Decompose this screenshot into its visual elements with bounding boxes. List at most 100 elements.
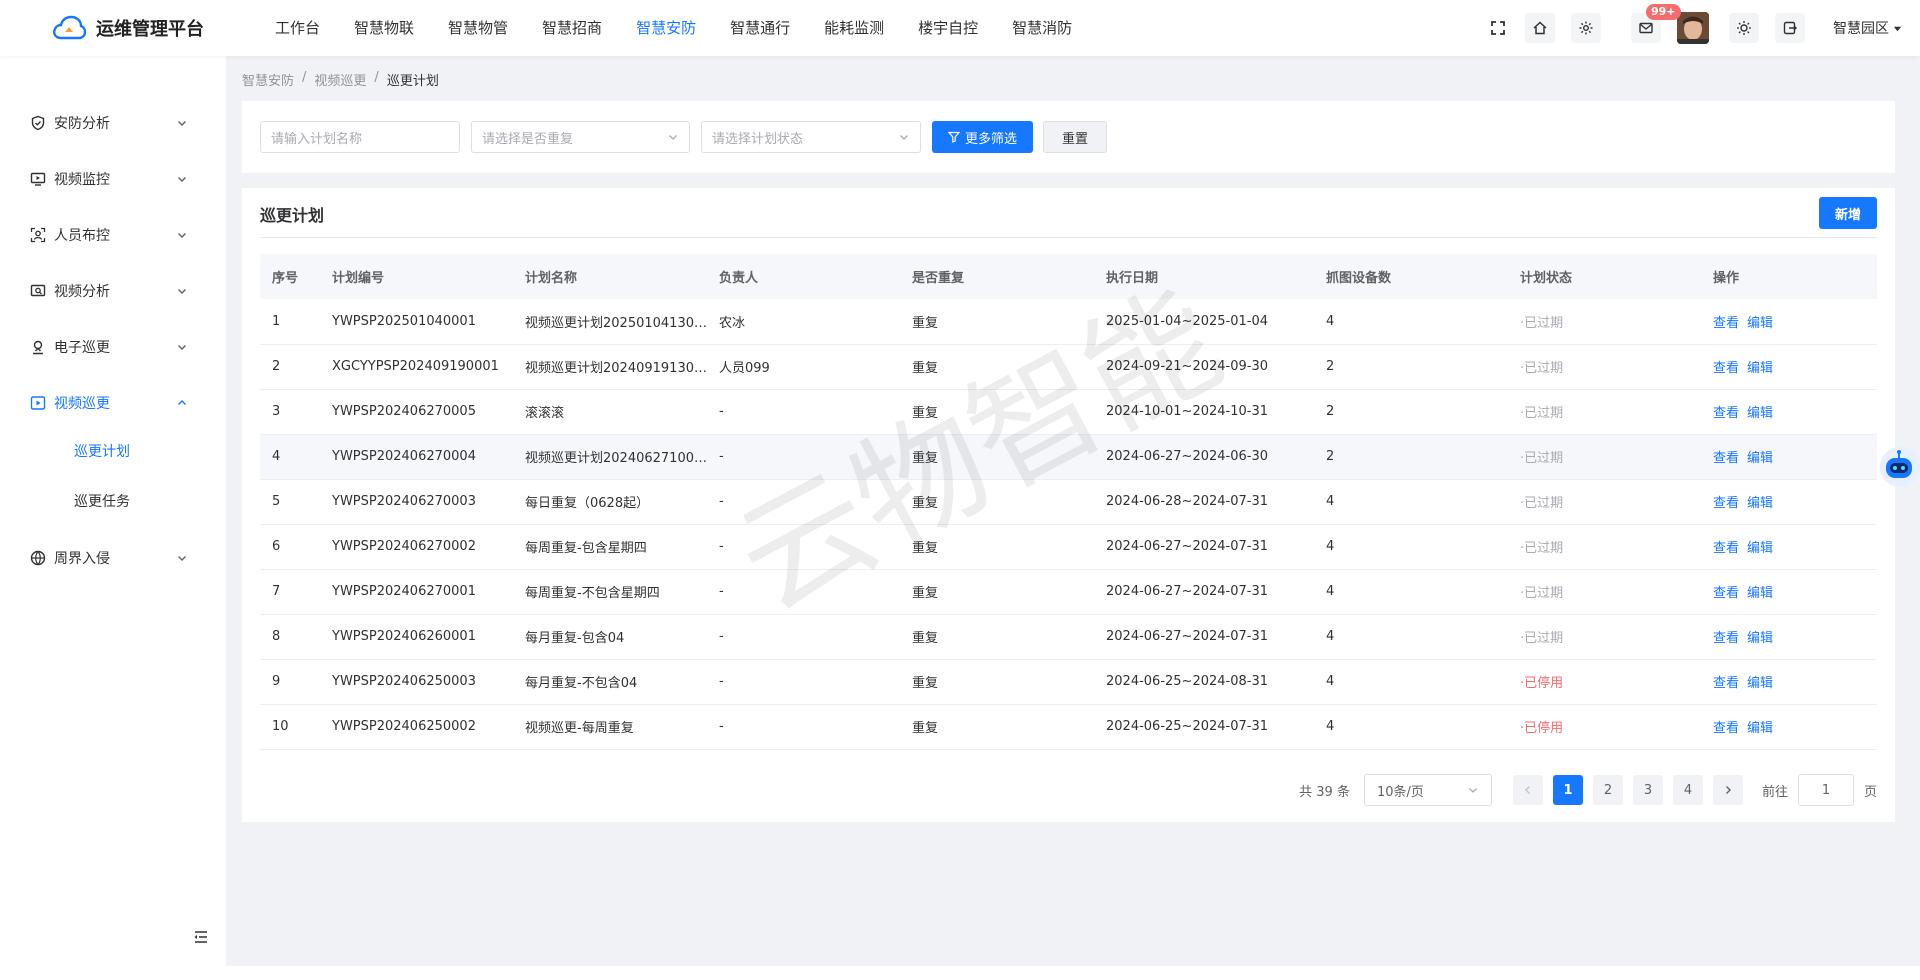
cell-status: ·已停用 bbox=[1508, 659, 1701, 704]
chevron-down-icon bbox=[178, 289, 186, 294]
prev-page-button[interactable] bbox=[1512, 775, 1543, 805]
edit-link[interactable]: 编辑 bbox=[1747, 406, 1773, 421]
view-link[interactable]: 查看 bbox=[1713, 496, 1739, 511]
cell-devices: 4 bbox=[1326, 313, 1335, 329]
topnav-fire[interactable]: 智慧消防 bbox=[995, 0, 1089, 56]
cell-date: 2024-06-27~2024-07-31 bbox=[1106, 629, 1268, 644]
view-link[interactable]: 查看 bbox=[1713, 361, 1739, 376]
edit-link[interactable]: 编辑 bbox=[1747, 631, 1773, 646]
filter-bar: 请输入计划名称 请选择是否重复 请选择计划状态 更多筛选 重置 bbox=[242, 101, 1895, 173]
theme-button[interactable] bbox=[1729, 13, 1759, 43]
cell-actions: 查看 编辑 bbox=[1701, 614, 1877, 659]
cell-name: 滚滚滚 bbox=[525, 406, 565, 421]
sidebar-item-personnel-control[interactable]: 人员布控 bbox=[0, 207, 226, 263]
topnav-workbench[interactable]: 工作台 bbox=[258, 0, 337, 56]
park-selector[interactable]: 智慧园区 bbox=[1833, 18, 1902, 38]
topnav-iot[interactable]: 智慧物联 bbox=[337, 0, 431, 56]
assistant-robot-icon[interactable] bbox=[1876, 445, 1920, 489]
edit-link[interactable]: 编辑 bbox=[1747, 496, 1773, 511]
view-link[interactable]: 查看 bbox=[1713, 316, 1739, 331]
goto-page-input[interactable]: 1 bbox=[1797, 774, 1854, 806]
breadcrumb-video-patrol[interactable]: 视频巡更 bbox=[314, 70, 366, 89]
home-button[interactable] bbox=[1525, 13, 1555, 43]
mail-button[interactable]: 99+ bbox=[1631, 4, 1681, 43]
cell-actions: 查看 编辑 bbox=[1701, 569, 1877, 614]
view-link[interactable]: 查看 bbox=[1713, 541, 1739, 556]
col-owner: 负责人 bbox=[719, 271, 759, 286]
col-index: 序号 bbox=[272, 271, 299, 286]
sidebar-subitem-patrol-plan[interactable]: 巡更计划 bbox=[0, 426, 226, 476]
edit-link[interactable]: 编辑 bbox=[1747, 361, 1773, 376]
page-1-button[interactable]: 1 bbox=[1552, 775, 1583, 805]
sidebar-item-video-patrol[interactable]: 视频巡更 bbox=[0, 375, 226, 431]
avatar[interactable] bbox=[1677, 12, 1709, 44]
view-link[interactable]: 查看 bbox=[1713, 631, 1739, 646]
col-devices: 抓图设备数 bbox=[1326, 271, 1392, 286]
chevron-down-icon bbox=[669, 135, 677, 140]
page-4-button[interactable]: 4 bbox=[1672, 775, 1703, 805]
page-size-select[interactable]: 10条/页 bbox=[1363, 774, 1492, 806]
sidebar-item-label: 视频分析 bbox=[54, 284, 110, 300]
page-3-button[interactable]: 3 bbox=[1632, 775, 1663, 805]
view-link[interactable]: 查看 bbox=[1713, 676, 1739, 691]
reset-button[interactable]: 重置 bbox=[1043, 121, 1108, 153]
plan-name-input[interactable]: 请输入计划名称 bbox=[260, 121, 460, 153]
view-link[interactable]: 查看 bbox=[1713, 406, 1739, 421]
view-link[interactable]: 查看 bbox=[1713, 721, 1739, 736]
table-row: 4 YWPSP202406270004 视频巡更计划20240627100000- 重… bbox=[260, 434, 1877, 479]
edit-link[interactable]: 编辑 bbox=[1747, 541, 1773, 556]
cell-date: 2024-06-27~2024-07-31 bbox=[1106, 584, 1268, 599]
topnav-access[interactable]: 智慧通行 bbox=[713, 0, 807, 56]
logout-button[interactable] bbox=[1775, 13, 1805, 43]
topnav-energy[interactable]: 能耗监测 bbox=[807, 0, 901, 56]
sidebar-item-video-analysis[interactable]: 视频分析 bbox=[0, 263, 226, 319]
status-placeholder: 请选择计划状态 bbox=[712, 131, 804, 147]
edit-link[interactable]: 编辑 bbox=[1747, 586, 1773, 601]
edit-link[interactable]: 编辑 bbox=[1747, 676, 1773, 691]
mail-icon bbox=[1639, 22, 1653, 34]
page-2-button[interactable]: 2 bbox=[1592, 775, 1623, 805]
repeat-select[interactable]: 请选择是否重复 bbox=[471, 121, 690, 153]
cell-index: 7 bbox=[272, 584, 281, 599]
cell-actions: 查看 编辑 bbox=[1701, 524, 1877, 569]
collapse-menu-icon[interactable] bbox=[192, 928, 210, 946]
chevron-down-icon bbox=[1469, 788, 1477, 793]
cell-repeat: 重复 bbox=[912, 496, 939, 511]
col-actions: 操作 bbox=[1713, 271, 1740, 286]
cell-devices: 4 bbox=[1326, 629, 1335, 644]
edit-link[interactable]: 编辑 bbox=[1747, 451, 1773, 466]
header-actions: 99+ 智慧园区 bbox=[1487, 0, 1920, 56]
add-button[interactable]: 新增 bbox=[1818, 197, 1877, 229]
topnav-investment[interactable]: 智慧招商 bbox=[525, 0, 619, 56]
chevron-down-icon bbox=[178, 345, 186, 350]
sidebar-item-perimeter-intrusion[interactable]: 周界入侵 bbox=[0, 530, 226, 586]
topnav-property[interactable]: 智慧物管 bbox=[431, 0, 525, 56]
app-title: 运维管理平台 bbox=[96, 19, 204, 40]
cell-devices: 4 bbox=[1326, 584, 1335, 599]
mail-badge: 99+ bbox=[1646, 4, 1681, 20]
topnav-building[interactable]: 楼宇自控 bbox=[901, 0, 995, 56]
settings-button[interactable] bbox=[1571, 13, 1601, 43]
status-select[interactable]: 请选择计划状态 bbox=[701, 121, 921, 153]
pagination-total: 共 39 条 bbox=[1299, 784, 1350, 800]
cell-index: 8 bbox=[272, 629, 281, 644]
cell-owner: - bbox=[719, 539, 724, 554]
more-filter-button[interactable]: 更多筛选 bbox=[932, 121, 1034, 153]
cell-date: 2024-06-28~2024-07-31 bbox=[1106, 494, 1268, 509]
view-link[interactable]: 查看 bbox=[1713, 586, 1739, 601]
edit-link[interactable]: 编辑 bbox=[1747, 721, 1773, 736]
app-logo[interactable]: 运维管理平台 bbox=[0, 15, 226, 41]
sidebar-item-e-patrol[interactable]: 电子巡更 bbox=[0, 319, 226, 375]
sidebar-item-security-analysis[interactable]: 安防分析 bbox=[0, 95, 226, 151]
fullscreen-button[interactable] bbox=[1487, 13, 1509, 43]
breadcrumb-security[interactable]: 智慧安防 bbox=[242, 70, 294, 89]
status-badge: ·已过期 bbox=[1520, 496, 1564, 511]
cell-status: ·已过期 bbox=[1508, 479, 1701, 524]
sidebar-item-video-monitor[interactable]: 视频监控 bbox=[0, 151, 226, 207]
view-link[interactable]: 查看 bbox=[1713, 451, 1739, 466]
monitor-icon bbox=[30, 172, 46, 186]
edit-link[interactable]: 编辑 bbox=[1747, 316, 1773, 331]
topnav-security[interactable]: 智慧安防 bbox=[619, 0, 713, 56]
sidebar-subitem-patrol-task[interactable]: 巡更任务 bbox=[0, 476, 226, 526]
next-page-button[interactable] bbox=[1712, 775, 1743, 805]
